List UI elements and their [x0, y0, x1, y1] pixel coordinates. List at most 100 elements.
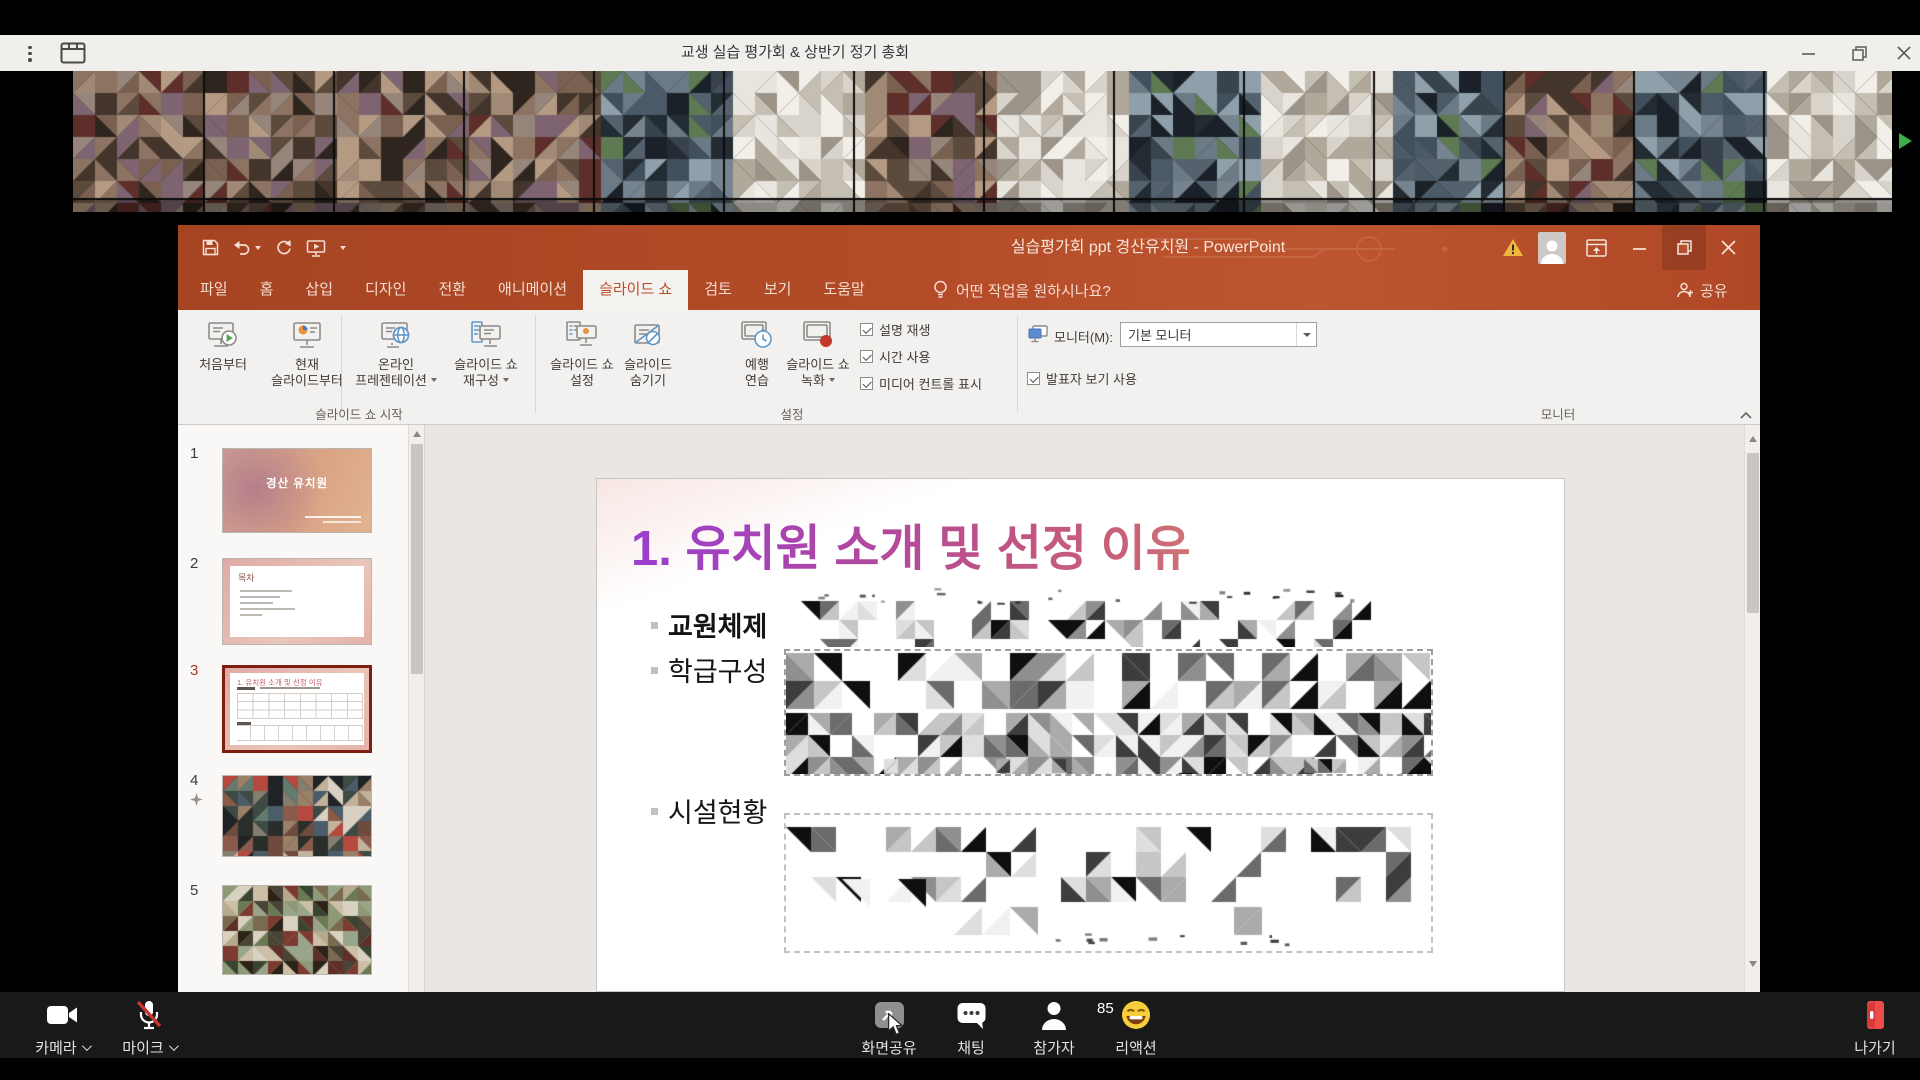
custom-slideshow-button[interactable]: 슬라이드 쇼 재구성 — [440, 314, 532, 388]
undo-button[interactable] — [233, 240, 261, 255]
tell-me-box[interactable]: 어떤 작업을 원하시나요? — [933, 270, 1111, 310]
group-label-setup: 설정 — [780, 404, 803, 423]
present-online-button[interactable]: 온라인 프레젠테이션 — [350, 314, 442, 388]
panel-scrollbar[interactable] — [408, 425, 424, 992]
monitor-select[interactable]: 기본 모니터 — [1120, 322, 1317, 347]
ppt-minimize-button[interactable] — [1618, 225, 1662, 270]
slide-title: 1. 유치원 소개 및 선정 이유 — [631, 509, 1411, 580]
tab-review[interactable]: 검토 — [688, 270, 748, 310]
app-minimize-button[interactable] — [1793, 38, 1825, 68]
ribbon: 처음부터 현재 슬라이드부터 — [178, 310, 1760, 425]
tab-view[interactable]: 보기 — [748, 270, 808, 310]
customize-qat-icon[interactable] — [340, 246, 346, 250]
participants-icon: 85 — [1039, 1000, 1069, 1030]
hide-slide-icon — [606, 314, 690, 354]
scroll-up-icon[interactable] — [1749, 436, 1757, 442]
strip-next-arrow-icon[interactable] — [1899, 133, 1912, 149]
checkbox-checked — [860, 377, 873, 390]
reactions-button[interactable]: 리액션 — [1091, 1000, 1181, 1058]
tab-help[interactable]: 도움말 — [807, 270, 880, 310]
from-beginning-button[interactable]: 처음부터 — [186, 314, 260, 373]
chevron-down-icon[interactable] — [169, 1041, 179, 1051]
meeting-title: 교생 실습 평가회 & 상반기 정기 총회 — [0, 35, 1590, 71]
app-restore-button[interactable] — [1843, 38, 1875, 68]
slide-thumbnail-3-selected[interactable]: 1. 유치원 소개 및 선정 이유 — [222, 665, 372, 753]
slide-bullet-1: 교원체제 — [668, 605, 767, 644]
play-narrations-checkbox[interactable]: 설명 재생 — [860, 320, 930, 339]
slide-thumbnail-2[interactable]: 목차 — [222, 558, 372, 645]
use-timings-checkbox[interactable]: 시간 사용 — [860, 347, 930, 366]
bullet-square-icon — [651, 622, 658, 629]
save-icon[interactable] — [202, 239, 219, 256]
editor-scrollbar[interactable] — [1744, 425, 1760, 992]
start-slideshow-icon[interactable] — [306, 239, 326, 257]
record-slideshow-button[interactable]: 슬라이드 쇼 녹화 — [772, 314, 864, 388]
show-media-controls-checkbox[interactable]: 미디어 컨트롤 표시 — [860, 374, 982, 393]
chat-button[interactable]: 채팅 — [926, 1000, 1016, 1058]
dropdown-arrow-icon — [503, 378, 509, 382]
dropdown-arrow-icon — [431, 378, 437, 382]
slide-thumbnail-1[interactable]: 경산 유치원 — [222, 448, 372, 533]
pixelated-slide-canvas — [223, 776, 372, 857]
participant-video-strip[interactable] — [73, 71, 1892, 212]
group-label-monitor: 모니터 — [1541, 404, 1576, 423]
leave-door-icon — [1862, 1000, 1888, 1030]
slide-number: 4 — [190, 772, 210, 789]
scroll-up-icon[interactable] — [413, 431, 421, 437]
slide-thumbnail-4[interactable] — [222, 775, 372, 857]
bullet-square-icon — [651, 808, 658, 815]
user-avatar[interactable] — [1538, 232, 1566, 264]
share-button[interactable]: 공유 — [1676, 270, 1728, 310]
present-online-icon — [350, 314, 442, 354]
tab-slideshow[interactable]: 슬라이드 쇼 — [583, 270, 688, 310]
slide-thumbnail-panel: 1 경산 유치원 2 목차 3 — [178, 425, 425, 992]
ribbon-tab-bar: 파일 홈 삽입 디자인 전환 애니메이션 슬라이드 쇼 검토 보기 도움말 어떤… — [178, 270, 1760, 310]
leave-button[interactable]: 나가기 — [1830, 1000, 1920, 1058]
ribbon-display-options-icon[interactable] — [1574, 225, 1618, 270]
tab-transitions[interactable]: 전환 — [422, 270, 482, 310]
from-current-slide-button[interactable]: 현재 슬라이드부터 — [262, 314, 352, 388]
editor-scrollbar-thumb[interactable] — [1747, 453, 1759, 613]
ppt-restore-button[interactable] — [1662, 225, 1706, 270]
censored-table-region — [784, 649, 1433, 776]
screen-share-button[interactable]: 화면공유 — [844, 1000, 934, 1058]
tab-insert[interactable]: 삽입 — [289, 270, 349, 310]
hide-slide-button[interactable]: 슬라이드 숨기기 — [606, 314, 690, 388]
current-slide[interactable]: 1. 유치원 소개 및 선정 이유 교원체제 학급구성 시설현황 — [596, 478, 1565, 992]
mouse-cursor — [887, 1013, 904, 1036]
laughing-emoji-icon — [1121, 1000, 1151, 1030]
use-presenter-view-checkbox[interactable]: 발표자 보기 사용 — [1027, 369, 1137, 388]
collapse-ribbon-button[interactable] — [1736, 408, 1756, 422]
select-arrow-icon[interactable] — [1296, 323, 1316, 346]
tab-design[interactable]: 디자인 — [349, 270, 422, 310]
checkbox-checked — [860, 350, 873, 363]
animation-star-icon — [190, 793, 203, 806]
tab-animations[interactable]: 애니메이션 — [482, 270, 583, 310]
censored-text-mosaic — [801, 575, 1401, 647]
app-close-button[interactable] — [1888, 38, 1920, 68]
group-label-start-slideshow: 슬라이드 쇼 시작 — [315, 404, 402, 423]
slide-number: 5 — [190, 882, 210, 899]
pixelated-content-canvas — [786, 815, 1431, 951]
ppt-body: 1 경산 유치원 2 목차 3 — [178, 425, 1760, 992]
participants-button[interactable]: 85 참가자 — [1009, 1000, 1099, 1058]
redo-icon[interactable] — [275, 239, 292, 256]
quick-access-toolbar — [202, 225, 346, 270]
mic-button[interactable]: 마이크 — [104, 1000, 194, 1058]
monitor-label: 모니터(M): — [1054, 327, 1113, 346]
warning-icon[interactable] — [1496, 225, 1530, 270]
powerpoint-window: 실습평가회 ppt 경산유치원 - PowerPoint — [178, 225, 1760, 992]
dropdown-arrow-icon — [829, 378, 835, 382]
pixelated-slide-canvas — [223, 886, 372, 975]
tab-home[interactable]: 홈 — [244, 270, 290, 310]
panel-scrollbar-thumb[interactable] — [411, 444, 423, 674]
app-titlebar: 교생 실습 평가회 & 상반기 정기 총회 — [0, 35, 1920, 71]
censored-content-region — [784, 813, 1433, 953]
chevron-down-icon[interactable] — [82, 1041, 92, 1051]
slide-bullet-3: 시설현황 — [668, 791, 767, 830]
tab-file[interactable]: 파일 — [184, 270, 244, 310]
slide-thumbnail-5[interactable] — [222, 885, 372, 975]
scroll-down-icon[interactable] — [1749, 961, 1757, 967]
ppt-close-button[interactable] — [1706, 225, 1750, 270]
camera-button[interactable]: 카메라 — [17, 1000, 107, 1058]
